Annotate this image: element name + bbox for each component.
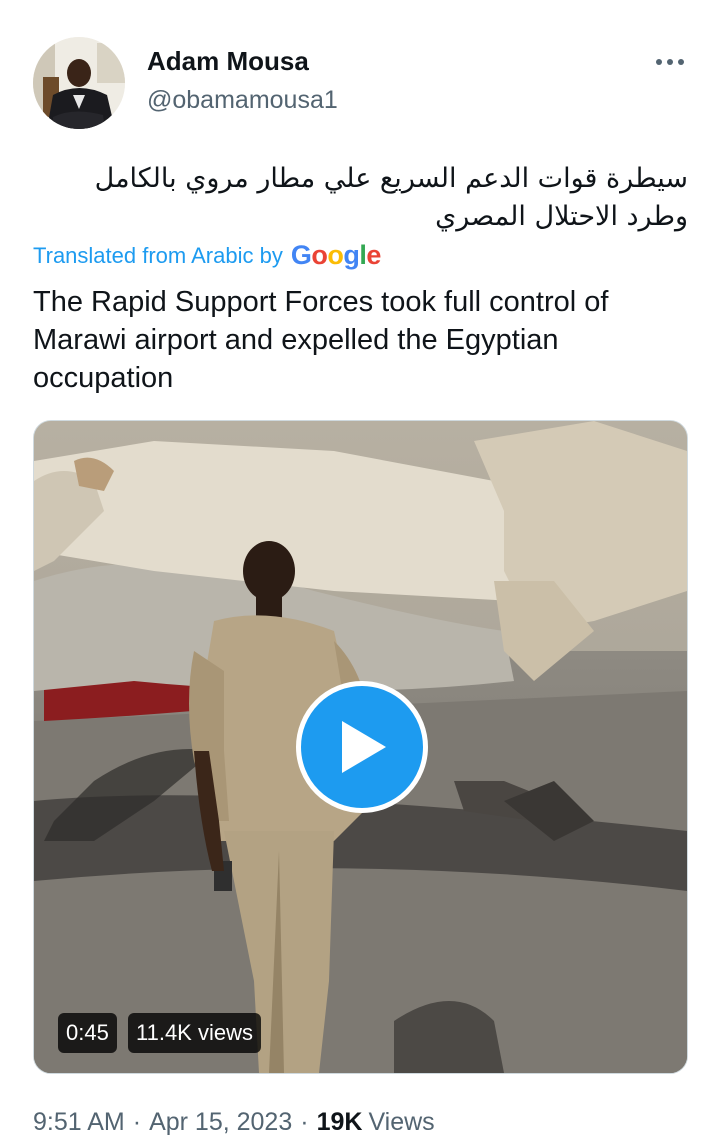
translated-from-label[interactable]: Translated from Arabic by — [33, 243, 283, 269]
tweet-time[interactable]: 9:51 AM — [33, 1108, 125, 1137]
avatar[interactable] — [33, 37, 125, 129]
user-avatar-icon — [33, 37, 125, 129]
tweet-text-original: سيطرة قوات الدعم السريع علي مطار مروي با… — [94, 163, 688, 232]
google-logo-letter: l — [359, 240, 367, 270]
video-duration-badge: 0:45 — [58, 1013, 117, 1053]
video-player[interactable]: 0:45 11.4K views — [33, 420, 688, 1074]
video-views-badge: 11.4K views — [128, 1013, 261, 1053]
tweet-meta: 9:51 AM · Apr 15, 2023 · 19K Views — [33, 1108, 435, 1137]
google-logo-letter: g — [343, 240, 360, 270]
google-logo-letter: o — [311, 240, 328, 270]
google-logo-letter: e — [366, 240, 381, 270]
more-horizontal-icon — [656, 59, 684, 65]
tweet-header: Adam Mousa @obamamousa1 — [0, 0, 720, 140]
more-options-button[interactable] — [650, 44, 690, 80]
view-count[interactable]: 19K — [317, 1108, 363, 1137]
google-logo: Google — [290, 240, 382, 271]
meta-separator: · — [300, 1108, 309, 1136]
translation-attribution: Translated from Arabic by Google — [33, 240, 381, 271]
play-icon — [342, 721, 386, 773]
play-button[interactable] — [296, 681, 428, 813]
author-handle[interactable]: @obamamousa1 — [147, 86, 338, 115]
author-display-name[interactable]: Adam Mousa — [147, 46, 309, 77]
views-label: Views — [368, 1108, 435, 1136]
tweet-date[interactable]: Apr 15, 2023 — [149, 1108, 292, 1137]
google-logo-letter: o — [327, 240, 344, 270]
meta-separator: · — [132, 1108, 142, 1136]
google-logo-letter: G — [290, 240, 312, 270]
tweet-text-translated: The Rapid Support Forces took full contr… — [33, 286, 609, 394]
